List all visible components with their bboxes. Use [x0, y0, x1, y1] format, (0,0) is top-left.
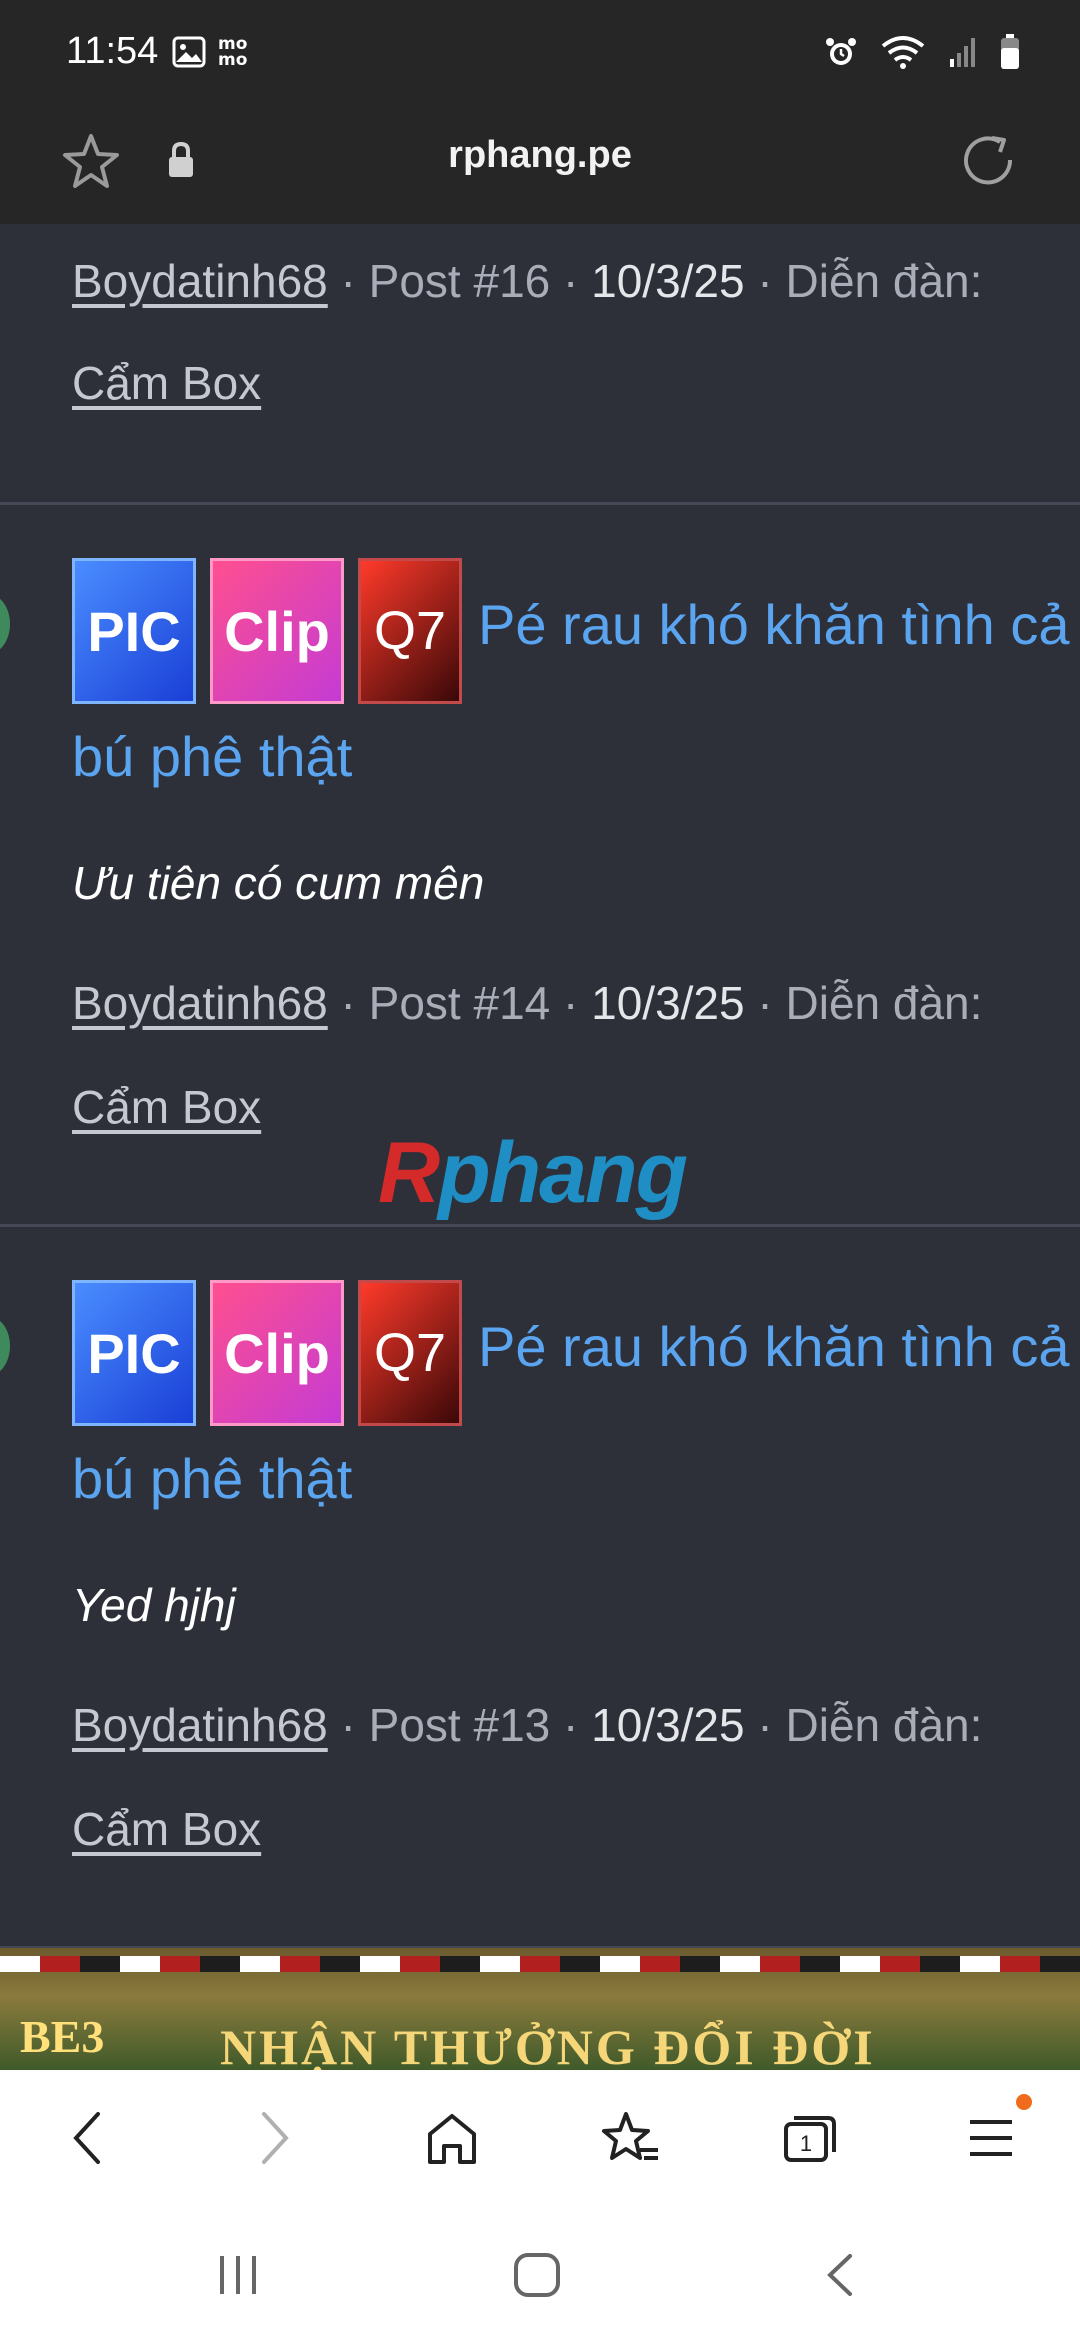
forum-link[interactable]: Cẩm Box	[72, 1802, 261, 1856]
momo-icon: mo mo	[218, 34, 248, 70]
post-number: Post #14	[368, 977, 551, 1029]
signal-icon	[948, 35, 978, 73]
thread-title-line2[interactable]: bú phê thật	[72, 1446, 352, 1511]
post-snippet: Yed hjhj	[72, 1579, 236, 1631]
divider	[0, 502, 1080, 505]
home-button-icon[interactable]	[512, 2252, 562, 2302]
tag-clip: Clip	[210, 558, 344, 704]
post-snippet: Ưu tiên có cum mên	[72, 857, 485, 909]
search-results: Boydatinh68 · Post #16 · 10/3/25 · Diễn …	[0, 224, 1080, 2070]
thread-title-line1[interactable]: Pé rau khó khăn tình cả	[478, 592, 1070, 657]
system-back-icon[interactable]	[820, 2252, 860, 2302]
banner-stripe	[0, 1956, 1080, 1972]
notification-dot	[1016, 2094, 1032, 2110]
post-meta: Boydatinh68 · Post #13 · 10/3/25 · Diễn …	[72, 1699, 983, 1751]
url-text[interactable]: rphang.pe	[0, 134, 1080, 177]
post-meta: Boydatinh68 · Post #14 · 10/3/25 · Diễn …	[72, 977, 983, 1029]
reload-icon[interactable]	[958, 130, 1018, 194]
tag-q7: Q7	[358, 1280, 462, 1426]
back-icon[interactable]	[66, 2106, 110, 2174]
banner-logo-text: BE3	[20, 2011, 105, 2062]
banner-text: NHẬN THƯỞNG ĐỔI ĐỜI	[220, 2019, 876, 2070]
status-time: 11:54	[66, 30, 159, 72]
tag-clip: Clip	[210, 1280, 344, 1426]
forum-label: Diễn đàn:	[785, 255, 983, 307]
post-meta: Boydatinh68 · Post #16 · 10/3/25 · Diễn …	[72, 255, 983, 307]
author-link[interactable]: Boydatinh68	[72, 1699, 328, 1751]
system-navbar	[0, 2204, 1080, 2340]
site-watermark-logo: Rphang	[378, 1125, 688, 1221]
tabs-icon[interactable]: 1	[780, 2106, 840, 2174]
thread-title-line2[interactable]: bú phê thật	[72, 724, 352, 789]
avatar[interactable]	[0, 594, 10, 654]
bookmarks-icon[interactable]	[600, 2106, 664, 2174]
post-date: 10/3/25	[591, 1699, 745, 1751]
avatar[interactable]	[0, 1316, 10, 1376]
forum-label: Diễn đàn:	[785, 1699, 983, 1751]
divider	[0, 1224, 1080, 1227]
status-icons	[824, 34, 1020, 74]
battery-icon	[1000, 34, 1020, 74]
post-date: 10/3/25	[591, 255, 745, 307]
tag-pic: PIC	[72, 558, 196, 704]
forum-link[interactable]: Cẩm Box	[72, 356, 261, 410]
post-number: Post #13	[368, 1699, 551, 1751]
forward-icon[interactable]	[252, 2106, 296, 2174]
svg-text:1: 1	[800, 2131, 812, 2156]
ad-banner[interactable]: BE3 NHẬN THƯỞNG ĐỔI ĐỜI	[0, 1948, 1080, 2070]
status-bar: 11:54 mo mo	[0, 0, 1080, 110]
browser-toolbar: 1	[0, 2070, 1080, 2204]
forum-label: Diễn đàn:	[785, 977, 983, 1029]
alarm-icon	[824, 35, 858, 73]
home-icon[interactable]	[424, 2106, 480, 2174]
forum-link[interactable]: Cẩm Box	[72, 1080, 261, 1134]
wifi-icon	[880, 34, 926, 74]
author-link[interactable]: Boydatinh68	[72, 255, 328, 307]
thread-title-line1[interactable]: Pé rau khó khăn tình cả	[478, 1314, 1070, 1379]
menu-icon[interactable]	[966, 2106, 1016, 2174]
post-number: Post #16	[368, 255, 551, 307]
recents-icon[interactable]	[214, 2252, 264, 2302]
author-link[interactable]: Boydatinh68	[72, 977, 328, 1029]
post-date: 10/3/25	[591, 977, 745, 1029]
tag-q7: Q7	[358, 558, 462, 704]
tag-pic: PIC	[72, 1280, 196, 1426]
url-bar[interactable]: rphang.pe	[0, 110, 1080, 224]
gallery-icon	[172, 36, 206, 72]
